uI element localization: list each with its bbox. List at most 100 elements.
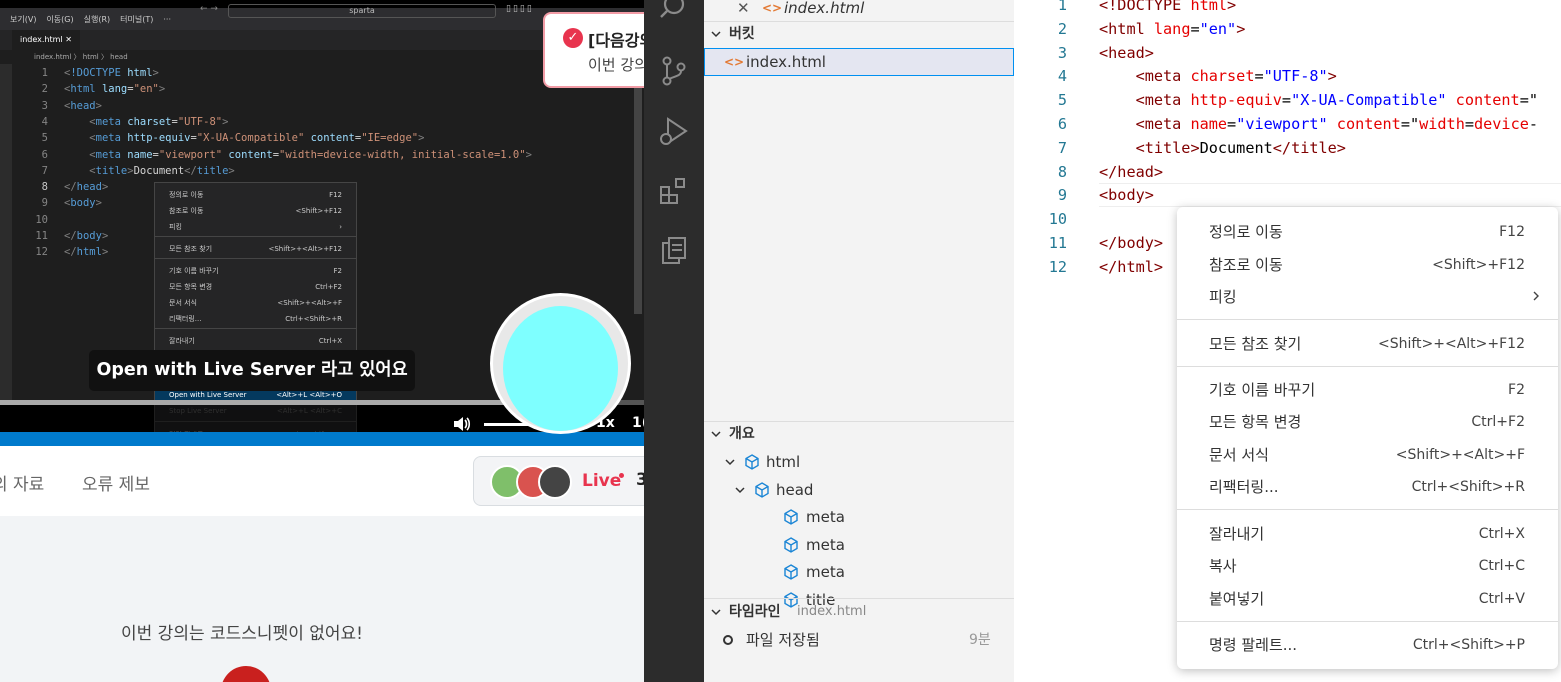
outline-item[interactable]: html [704,449,1014,475]
menu-item-label: 피킹 [1209,288,1237,306]
menu-item-label: 참조로 이동 [1209,256,1283,274]
video-menu-shortcut: <Shift>+<Alt>+F12 [268,245,342,253]
timeline-header[interactable]: 타임라인 index.html [704,599,1014,625]
line-number: 1 [41,67,48,79]
selected-file-row[interactable]: <> index.html [704,48,1014,76]
code-text: </body> [1099,234,1164,252]
outline-item[interactable]: meta [704,504,1014,530]
code-text: <!DOCTYPE html> [1099,0,1237,14]
video-menu-option: 모든 참조 찾기 <Shift>+<Alt>+F12 [169,241,342,257]
outline-label: html [766,453,801,471]
line-number: 4 [1057,67,1067,86]
volume-icon[interactable] [452,414,472,434]
video-menu-shortcut: <Shift>+<Alt>+F [277,299,342,307]
code-text: <html lang="en"> [64,83,166,96]
context-menu-item[interactable]: 붙여넣기 Ctrl+V [1177,584,1558,614]
run-debug-icon[interactable] [658,115,690,147]
code-text: <html lang="en"> [1099,19,1246,38]
context-menu-item[interactable]: 리팩터링... Ctrl+<Shift>+R [1177,472,1558,502]
chevron-down-icon[interactable] [734,484,746,496]
menu-separator [155,328,356,329]
code-line[interactable]: 2 <html lang="en"> [1014,17,1561,41]
code-line[interactable]: 7 <title>Document</title> [1014,136,1561,160]
video-menu-label: 문서 서식 [169,299,197,307]
code-line[interactable]: 9 <body> [1014,183,1561,207]
toast-subtitle: 이번 강의 [588,56,644,74]
timeline-entry[interactable]: 파일 저장됨 9분 [704,627,1014,653]
code-text: </html> [1099,257,1164,276]
circle-icon [723,635,733,645]
code-line[interactable]: 3 <head> [1014,41,1561,65]
code-text: <body> [1099,186,1154,205]
video-menu-label: 모든 참조 찾기 [169,245,213,253]
materials-link[interactable]: 의 자료 [0,470,44,495]
chevron-down-icon [711,31,721,38]
menu-separator [1177,366,1558,367]
outline-item[interactable]: meta [704,532,1014,558]
video-menu-label: 잘라내기 [169,337,195,345]
line-number: 2 [1057,19,1067,38]
report-error-link[interactable]: 오류 제보 [82,470,150,495]
video-menu-shortcut: › [339,223,342,231]
line-number: 3 [41,99,48,112]
line-number: 5 [41,132,48,145]
chevron-down-icon[interactable] [724,456,736,468]
folder-header[interactable]: 버킷 [704,21,1014,47]
video-menu-label: 기호 이름 바꾸기 [169,267,219,275]
menu-separator [1177,621,1558,622]
open-editor-item[interactable]: ✕ <> index.html [704,0,1014,21]
video-menu-option: 정의로 이동 F12 [169,187,342,203]
remote-explorer-icon[interactable] [658,235,690,267]
context-menu-item[interactable]: 기호 이름 바꾸기 F2 [1177,375,1558,405]
caption-button[interactable]: 1( [632,415,644,431]
code-text: <title>Document</title> [1135,138,1346,157]
code-line[interactable]: 5 <meta http-equiv="X-UA-Compatible" con… [1014,88,1561,112]
line-number: 7 [1057,138,1067,157]
context-menu-item[interactable]: 모든 항목 변경 Ctrl+F2 [1177,407,1558,437]
context-menu-item[interactable]: 정의로 이동 F12 [1177,217,1558,247]
context-menu-item[interactable]: 문서 서식 <Shift>+<Alt>+F [1177,440,1558,470]
outline-item[interactable]: meta [704,559,1014,585]
video-menu-label: 모든 항목 변경 [169,283,213,291]
line-number: 8 [1057,162,1067,181]
live-badge[interactable]: Live 3 [473,456,644,506]
outline-label: meta [806,508,845,526]
context-menu-item[interactable]: 피킹 [1177,282,1558,312]
video-scrollbar [634,64,642,314]
menu-item-label: 잘라내기 [1209,525,1265,543]
search-icon[interactable] [658,0,690,22]
video-menu-shortcut: <Shift>+F12 [295,207,342,215]
outline-header[interactable]: 개요 [704,421,1014,447]
context-menu-item[interactable]: 명령 팔레트... Ctrl+<Shift>+P [1177,630,1558,660]
code-text: </html> [64,246,109,259]
context-menu-item[interactable]: 참조로 이동 <Shift>+F12 [1177,250,1558,280]
outline-label: head [776,480,814,499]
context-menu-item[interactable]: 모든 참조 찾기 <Shift>+<Alt>+F12 [1177,329,1558,359]
menu-item-label: 명령 팔레트... [1209,636,1298,654]
code-line[interactable]: 8 </head> [1014,160,1561,184]
file-name: index.html [746,53,826,71]
video-editor-tab: index.html ✕ [12,30,80,50]
outline-item[interactable]: head [704,477,1014,503]
menu-item-label: 붙여넣기 [1209,590,1265,608]
video-menu-label: 피킹 [169,223,182,231]
live-label: Live [582,471,622,491]
close-icon[interactable]: ✕ [737,0,750,21]
code-line[interactable]: 6 <meta name="viewport" content="width=d… [1014,112,1561,136]
context-menu-item[interactable]: 잘라내기 Ctrl+X [1177,519,1558,549]
menu-item-label: 모든 항목 변경 [1209,413,1302,431]
menu-item-shortcut: Ctrl+<Shift>+R [1411,479,1525,495]
extensions-icon[interactable] [658,175,690,207]
html-file-icon: <> [724,55,745,69]
next-lecture-toast[interactable]: ✓ [다음강의 이번 강의 [543,12,644,88]
code-line[interactable]: 1 <!DOCTYPE html> [1014,0,1561,17]
video-progress-fill [0,400,529,405]
code-line[interactable]: 4 <meta charset="UTF-8"> [1014,64,1561,88]
lecture-content: 이번 강의는 코드스니펫이 없어요! [0,516,644,682]
menu-item-shortcut: Ctrl+F2 [1471,414,1525,430]
chevron-down-icon [711,431,721,438]
source-control-icon[interactable] [658,55,690,87]
video-menu-item: ··· [163,14,171,24]
webcam-bubble [493,296,628,431]
context-menu-item[interactable]: 복사 Ctrl+C [1177,551,1558,581]
